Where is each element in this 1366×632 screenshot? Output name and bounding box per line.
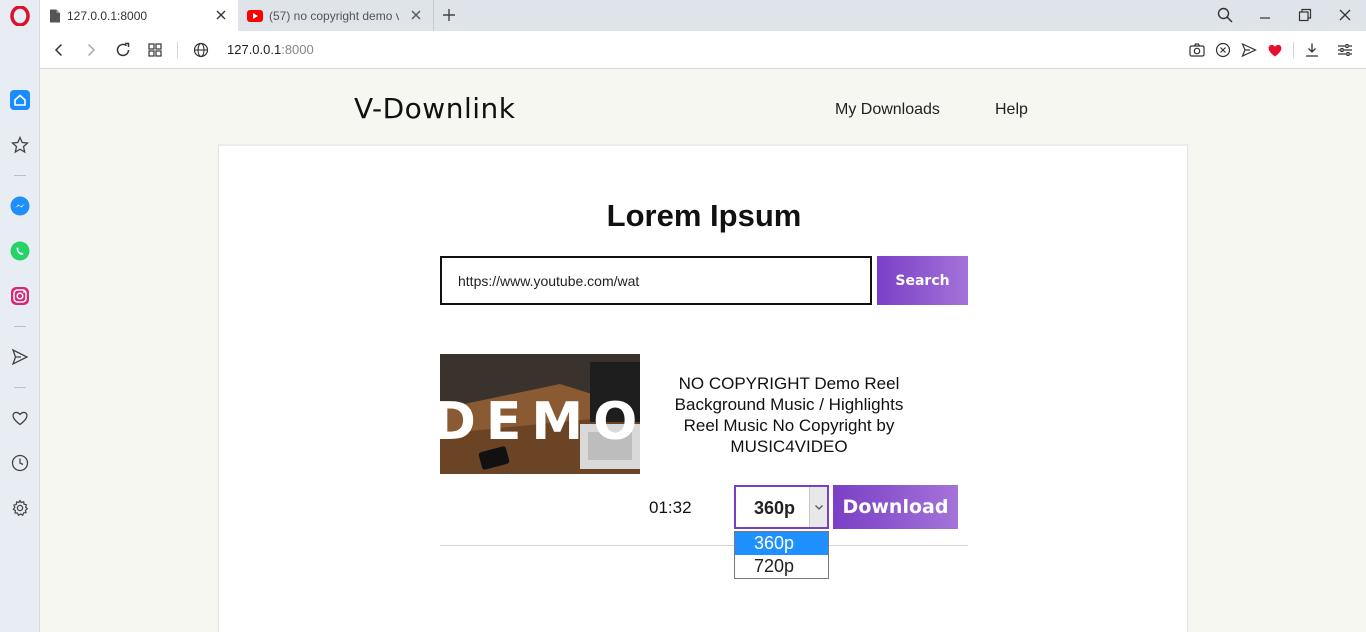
history-clock-icon[interactable] (8, 451, 32, 475)
heart-icon[interactable] (8, 406, 32, 430)
restore-window-icon[interactable] (1296, 6, 1314, 24)
search-tabs-icon[interactable] (1216, 6, 1234, 24)
favorite-heart-icon[interactable] (1266, 41, 1284, 59)
quality-option-360p[interactable]: 360p (735, 532, 828, 555)
video-duration: 01:32 (649, 498, 692, 517)
youtube-icon (247, 9, 263, 22)
url-port: :8000 (281, 42, 314, 57)
content-card: Lorem Ipsum Search DEMO NO COPYRIGHT Dem… (218, 144, 1188, 632)
send-flow-icon[interactable] (8, 345, 32, 369)
search-button[interactable]: Search (877, 256, 968, 305)
messenger-icon[interactable] (8, 194, 32, 218)
browser-sidebar (0, 0, 40, 632)
settings-gear-icon[interactable] (8, 496, 32, 520)
nav-my-downloads[interactable]: My Downloads (835, 101, 940, 119)
toolbar-divider (177, 42, 178, 58)
quality-option-720p[interactable]: 720p (735, 555, 828, 578)
reload-icon[interactable] (114, 41, 132, 59)
globe-icon[interactable] (192, 41, 210, 59)
quality-select[interactable]: 360p (734, 485, 829, 529)
snapshot-camera-icon[interactable] (1188, 41, 1206, 59)
send-icon[interactable] (1240, 41, 1258, 59)
thumbnail-demo-text: DEMO (440, 392, 640, 452)
browser-toolbar: 127.0.0.1:8000 (40, 31, 1366, 69)
video-title: NO COPYRIGHT Demo Reel Background Music … (674, 374, 904, 456)
sidebar-divider (14, 387, 26, 388)
downloads-icon[interactable] (1303, 41, 1321, 59)
url-host: 127.0.0.1 (227, 42, 282, 57)
tab-active[interactable]: 127.0.0.1:8000 (40, 0, 238, 31)
page-viewport: V-Downlink My Downloads Help Lorem Ipsum… (40, 70, 1366, 632)
page-icon (50, 9, 60, 22)
bookmarks-icon[interactable] (8, 133, 32, 157)
sidebar-divider (14, 326, 26, 327)
opera-logo-icon[interactable] (8, 4, 32, 28)
easy-setup-icon[interactable] (1336, 41, 1354, 59)
download-button[interactable]: Download (833, 485, 958, 529)
sidebar-divider (14, 175, 26, 176)
chevron-down-icon[interactable] (809, 487, 827, 527)
site-logo[interactable]: V-Downlink (354, 92, 515, 125)
speed-dial-icon[interactable] (8, 88, 32, 112)
tab-strip: 127.0.0.1:8000 (57) no copyright demo vi… (40, 0, 1366, 31)
nav-help[interactable]: Help (995, 101, 1028, 119)
result-divider (440, 545, 968, 546)
close-tab-icon[interactable] (409, 8, 423, 22)
minimize-icon[interactable] (1256, 6, 1274, 24)
tab-youtube[interactable]: (57) no copyright demo vid (238, 0, 434, 31)
address-bar-url[interactable]: 127.0.0.1:8000 (227, 42, 314, 57)
forward-arrow-icon[interactable] (82, 41, 100, 59)
adblocker-shield-icon[interactable] (1214, 41, 1232, 59)
whatsapp-icon[interactable] (8, 239, 32, 263)
tabs-grid-icon[interactable] (146, 41, 164, 59)
close-window-icon[interactable] (1336, 6, 1354, 24)
instagram-icon[interactable] (8, 284, 32, 308)
quality-selected-value: 360p (754, 498, 796, 518)
quality-dropdown-list: 360p 720p (734, 531, 829, 579)
new-tab-plus-icon[interactable] (441, 7, 457, 23)
toolbar-divider (1293, 42, 1294, 58)
site-header: V-Downlink My Downloads Help (40, 70, 1366, 144)
tab-title: 127.0.0.1:8000 (67, 8, 148, 23)
tab-title: (57) no copyright demo vid (269, 8, 399, 23)
close-tab-icon[interactable] (214, 8, 228, 22)
back-arrow-icon[interactable] (50, 41, 68, 59)
thumbnail-image: DEMO (440, 354, 640, 474)
url-search-input[interactable] (440, 256, 872, 305)
page-title: Lorem Ipsum (606, 198, 802, 233)
video-thumbnail[interactable]: DEMO (440, 354, 640, 474)
